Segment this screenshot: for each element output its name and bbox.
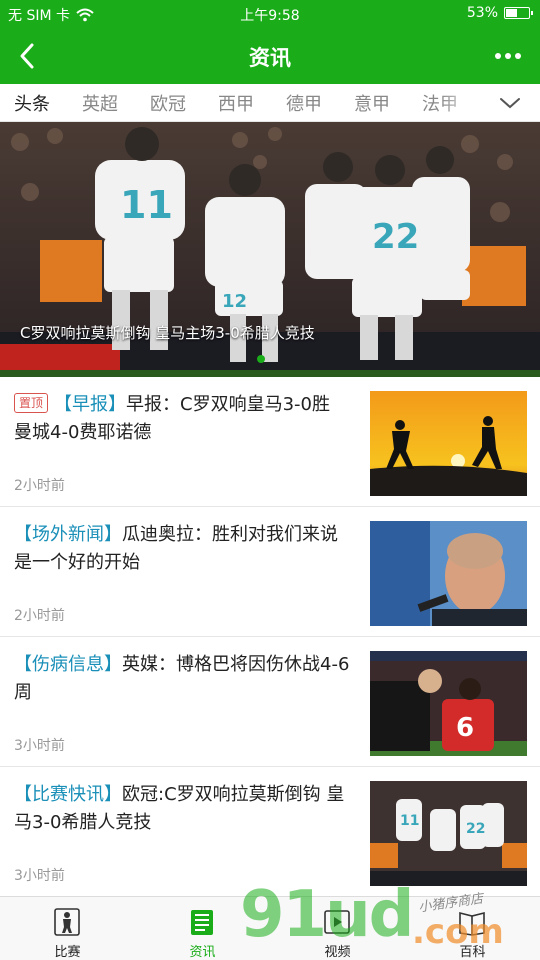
svg-text:22: 22 bbox=[372, 217, 419, 257]
pinned-badge: 置顶 bbox=[14, 393, 49, 413]
svg-text:12: 12 bbox=[222, 291, 247, 312]
news-time: 3小时前 bbox=[14, 738, 65, 754]
battery-fill bbox=[506, 9, 518, 17]
news-thumbnail: 6 bbox=[370, 651, 527, 756]
expand-tabs-button[interactable] bbox=[480, 84, 540, 121]
tab-premier-league[interactable]: 英超 bbox=[82, 90, 118, 116]
tabbar-label: 比赛 bbox=[54, 945, 81, 960]
news-time: 2小时前 bbox=[14, 608, 65, 624]
news-item[interactable]: 置顶 【早报】早报：C罗双响皇马3-0胜 曼城4-0费耶诺德 2小时前 bbox=[0, 377, 540, 507]
status-bar: 无 SIM 卡 上午9:58 53% bbox=[0, 0, 540, 28]
chevron-down-icon bbox=[500, 98, 520, 109]
tab-la-liga[interactable]: 西甲 bbox=[218, 90, 254, 116]
battery-icon bbox=[504, 7, 533, 19]
news-item[interactable]: 【比赛快讯】欧冠:C罗双响拉莫斯倒钩 皇马3-0希腊人竞技 3小时前 11 22 bbox=[0, 767, 540, 897]
tab-headlines[interactable]: 头条 bbox=[14, 90, 50, 116]
news-tag: 【早报】 bbox=[54, 394, 127, 415]
tabbar-item-encyclopedia[interactable]: 百科 bbox=[405, 897, 540, 960]
banner-caption: C罗双响拉莫斯倒钩 皇马主场3-0希腊人竞技 bbox=[20, 324, 315, 342]
tabbar-label: 视频 bbox=[324, 945, 351, 960]
more-dot-icon bbox=[515, 53, 521, 59]
book-icon bbox=[459, 911, 485, 936]
svg-text:22: 22 bbox=[466, 821, 485, 837]
tabbar-item-matches[interactable]: 比赛 bbox=[0, 897, 135, 960]
svg-text:11: 11 bbox=[120, 183, 173, 227]
news-time: 2小时前 bbox=[14, 478, 65, 494]
status-right: 53% bbox=[466, 5, 533, 21]
news-tag: 【场外新闻】 bbox=[14, 524, 122, 545]
news-icon bbox=[191, 910, 213, 935]
news-item[interactable]: 【场外新闻】瓜迪奥拉：胜利对我们来说是一个好的开始 2小时前 bbox=[0, 507, 540, 637]
news-thumbnail bbox=[370, 521, 527, 626]
nav-bar: 资讯 bbox=[0, 28, 540, 84]
news-tag: 【伤病信息】 bbox=[14, 654, 122, 675]
app: 无 SIM 卡 上午9:58 53% 资讯 头条 英超 欧冠 西甲 德甲 意甲 … bbox=[0, 0, 540, 960]
tabbar-item-video[interactable]: 视频 bbox=[270, 897, 405, 960]
more-button[interactable] bbox=[488, 38, 528, 74]
news-thumbnail: 11 22 bbox=[370, 781, 527, 886]
news-list: 置顶 【早报】早报：C罗双响皇马3-0胜 曼城4-0费耶诺德 2小时前 【场外新… bbox=[0, 377, 540, 897]
tabs-fade bbox=[440, 84, 480, 121]
battery-percent: 53% bbox=[466, 5, 498, 21]
headline-banner[interactable]: 11 22 12 C罗双响拉莫斯倒钩 皇马主场3-0希腊人竞技 bbox=[0, 122, 540, 377]
news-headline: 置顶 【早报】早报：C罗双响皇马3-0胜 曼城4-0费耶诺德 bbox=[14, 391, 350, 447]
carousel-indicator bbox=[257, 355, 265, 363]
svg-text:11: 11 bbox=[400, 813, 419, 829]
status-time: 上午9:58 bbox=[240, 8, 300, 24]
video-icon bbox=[324, 910, 350, 934]
tab-bundesliga[interactable]: 德甲 bbox=[286, 90, 322, 116]
tabbar-label: 百科 bbox=[459, 945, 486, 960]
svg-text:6: 6 bbox=[456, 713, 474, 743]
tabbar-label: 资讯 bbox=[189, 945, 216, 960]
page-title: 资讯 bbox=[249, 46, 291, 70]
news-headline: 【比赛快讯】欧冠:C罗双响拉莫斯倒钩 皇马3-0希腊人竞技 bbox=[14, 781, 350, 837]
news-tag: 【比赛快讯】 bbox=[14, 784, 122, 805]
tabbar-item-news[interactable]: 资讯 bbox=[135, 897, 270, 960]
news-headline: 【伤病信息】英媒：博格巴将因伤休战4-6周 bbox=[14, 651, 350, 707]
bottom-tab-bar: 比赛 资讯 视频 百科 bbox=[0, 896, 540, 960]
tab-champions-league[interactable]: 欧冠 bbox=[150, 90, 186, 116]
news-headline: 【场外新闻】瓜迪奥拉：胜利对我们来说是一个好的开始 bbox=[14, 521, 350, 577]
more-dot-icon bbox=[495, 53, 501, 59]
tab-serie-a[interactable]: 意甲 bbox=[354, 90, 390, 116]
news-item[interactable]: 【伤病信息】英媒：博格巴将因伤休战4-6周 3小时前 6 bbox=[0, 637, 540, 767]
category-tabs: 头条 英超 欧冠 西甲 德甲 意甲 法甲 bbox=[0, 84, 540, 122]
news-time: 3小时前 bbox=[14, 868, 65, 884]
news-thumbnail bbox=[370, 391, 527, 496]
more-dot-icon bbox=[505, 53, 511, 59]
player-icon bbox=[54, 908, 80, 936]
